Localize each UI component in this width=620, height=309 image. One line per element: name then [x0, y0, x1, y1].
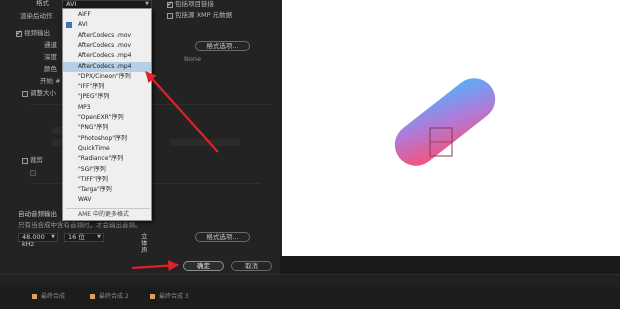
- format-menu-item[interactable]: "IFF"序列: [63, 82, 151, 92]
- more-formats-menu-item[interactable]: AME 中的更多格式: [63, 210, 151, 220]
- composition-icon: [32, 294, 37, 299]
- format-menu-item-label: "PNG"序列: [78, 124, 109, 132]
- format-menu-item[interactable]: "JPEG"序列: [63, 92, 151, 102]
- audio-format-options-label: 格式选项...: [206, 233, 239, 241]
- format-select-value: AVI: [66, 0, 77, 8]
- codec-none-text: None: [184, 55, 201, 63]
- video-output-label: 视频输出: [24, 29, 50, 37]
- resize-quality-field: [170, 139, 240, 146]
- format-menu-item-label: "Targa"序列: [78, 186, 112, 194]
- format-menu-item[interactable]: AfterCodecs .mov: [63, 31, 151, 41]
- ok-button-label: 确定: [197, 262, 210, 270]
- post-render-action-label: 渲染后动作: [20, 12, 53, 20]
- cancel-button-label: 取消: [245, 262, 258, 270]
- sample-rate-select[interactable]: 48.000 kHz ▼: [18, 233, 58, 248]
- composition-preview: [280, 0, 620, 256]
- format-options-button-label: 格式选项...: [206, 42, 239, 50]
- sample-rate-value: 48.000 kHz: [22, 233, 45, 248]
- format-menu-item-label: "TIFF"序列: [78, 175, 108, 183]
- include-project-link-label: 包括项目链接: [175, 0, 214, 8]
- format-menu-item-label: WAV: [78, 196, 92, 204]
- format-menu-item[interactable]: "OpenEXR"序列: [63, 113, 151, 123]
- composition-icon: [150, 294, 155, 299]
- crop-roi-checkbox: [30, 170, 36, 176]
- dropdown-separator: [66, 208, 150, 209]
- chevron-down-icon: ▼: [145, 1, 149, 7]
- format-menu-item-label: "OpenEXR"序列: [78, 114, 124, 121]
- format-menu-item[interactable]: AIFF: [63, 10, 151, 20]
- format-options-button[interactable]: 格式选项...: [195, 41, 250, 51]
- format-menu-item-label: AVI: [78, 21, 88, 29]
- crop-checkbox[interactable]: [22, 158, 28, 164]
- format-menu-item-label: "SGI"序列: [78, 165, 106, 173]
- audio-format-options-button[interactable]: 格式选项...: [195, 232, 250, 242]
- format-menu-item[interactable]: "TIFF"序列: [63, 175, 151, 185]
- crop-label: 裁剪: [30, 156, 43, 164]
- timeline-tab-3[interactable]: 最终合成 3: [150, 292, 189, 302]
- format-menu-item-label: "IFF"序列: [78, 83, 105, 91]
- include-xmp-checkbox[interactable]: [167, 13, 173, 19]
- format-dropdown-menu: AIFF AVI AfterCodecs .mov AfterCodecs .mov A…: [62, 8, 152, 221]
- resize-label: 调整大小: [30, 89, 56, 97]
- include-xmp-label: 包括源 XMP 元数据: [175, 11, 233, 19]
- format-menu-item[interactable]: QuickTime: [63, 144, 151, 154]
- timeline-tab-label: 最终合成 2: [99, 293, 129, 300]
- format-menu-item[interactable]: "Photoshop"序列: [63, 134, 151, 144]
- audio-note: 只有当合成中含有音频时，才会输出音频。: [18, 221, 142, 229]
- format-menu-item-label: MP3: [78, 103, 91, 111]
- format-menu-item-label: AIFF: [78, 11, 91, 18]
- timeline-panel: 最终合成 最终合成 2 最终合成 3: [0, 274, 620, 309]
- format-menu-item[interactable]: MP3: [63, 103, 151, 113]
- format-menu-item[interactable]: AfterCodecs .mov: [63, 41, 151, 51]
- format-menu-item[interactable]: AVI: [63, 20, 151, 30]
- capsule-shape: [394, 78, 496, 166]
- format-menu-item[interactable]: "SGI"序列: [63, 165, 151, 175]
- format-menu-item-label: "JPEG"序列: [78, 93, 110, 101]
- audio-output-label: 自动音频输出: [18, 210, 57, 218]
- chevron-down-icon: ▼: [51, 234, 55, 240]
- format-menu-item[interactable]: "DPX/Cineon"序列: [63, 72, 151, 82]
- format-menu-item-label: AfterCodecs .mov: [78, 31, 132, 39]
- format-menu-item-label: AfterCodecs .mp4: [78, 62, 132, 70]
- depth-label: 深度: [44, 53, 57, 61]
- channels-value: 立体声: [141, 232, 148, 254]
- format-menu-item-label: AfterCodecs .mp4: [78, 52, 132, 60]
- format-menu-item-label: QuickTime: [78, 144, 110, 152]
- format-menu-item-label: AfterCodecs .mov: [78, 41, 132, 49]
- format-menu-item-label: "DPX/Cineon"序列: [78, 72, 131, 80]
- bit-depth-value: 16 位: [68, 233, 85, 241]
- format-menu-item[interactable]: AfterCodecs .mp4: [63, 61, 151, 72]
- composition-icon: [90, 294, 95, 299]
- resize-checkbox[interactable]: [22, 91, 28, 97]
- format-menu-item[interactable]: WAV: [63, 195, 151, 205]
- video-output-checkbox[interactable]: [16, 29, 22, 37]
- format-label: 格式: [36, 0, 49, 7]
- channels-label: 通道: [44, 41, 57, 49]
- timeline-tab-1[interactable]: 最终合成: [32, 292, 65, 302]
- format-menu-item-label: "Radiance"序列: [78, 155, 124, 163]
- format-menu-item[interactable]: "Radiance"序列: [63, 154, 151, 164]
- timeline-tab-2[interactable]: 最终合成 2: [90, 292, 129, 302]
- viewer-toolbar: [0, 275, 620, 287]
- format-menu-item-label: "Photoshop"序列: [78, 134, 128, 142]
- ok-button[interactable]: 确定: [183, 261, 224, 271]
- color-label: 颜色: [44, 65, 57, 73]
- start-number-label: 开始 #: [40, 77, 61, 85]
- format-menu-item[interactable]: AfterCodecs .mp4: [63, 51, 151, 61]
- capsule-shape-graphic: [394, 78, 496, 166]
- checkmark-icon: [66, 22, 72, 29]
- cancel-button[interactable]: 取消: [231, 261, 272, 271]
- include-project-link-checkbox[interactable]: [167, 0, 173, 8]
- timeline-tab-label: 最终合成: [41, 293, 66, 300]
- timeline-tab-label: 最终合成 3: [159, 293, 189, 300]
- channels-select[interactable]: 立体声: [138, 233, 153, 254]
- chevron-down-icon: ▼: [97, 234, 101, 240]
- bit-depth-select[interactable]: 16 位 ▼: [64, 233, 104, 242]
- format-menu-item[interactable]: "Targa"序列: [63, 185, 151, 195]
- format-menu-item[interactable]: "PNG"序列: [63, 123, 151, 133]
